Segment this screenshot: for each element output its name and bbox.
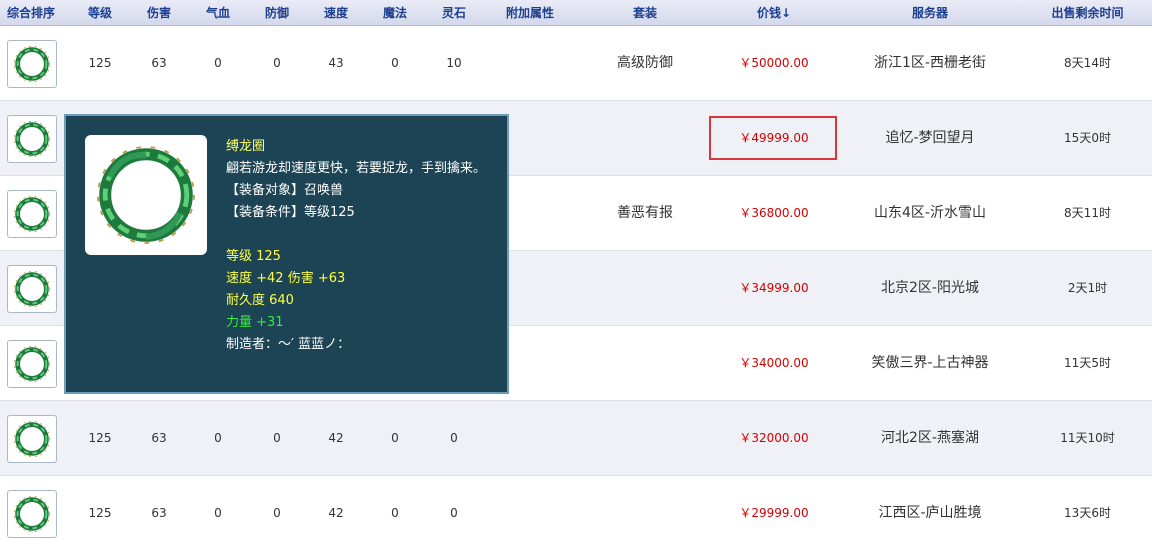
cell-price: ￥34999.00 [739, 281, 809, 295]
cell-magic: 0 [391, 431, 399, 445]
cell-speed: 43 [328, 56, 344, 70]
cell-damage: 63 [151, 431, 167, 445]
cell-set [590, 251, 700, 326]
jade-ring-icon[interactable] [7, 40, 57, 88]
item-level: 等级 125 [226, 249, 281, 264]
jade-ring-icon[interactable] [7, 340, 57, 388]
cell-time: 11天5时 [1064, 356, 1111, 370]
cell-server: 河北2区-燕塞湖 [881, 430, 979, 446]
header-spirit[interactable]: 灵石 [426, 0, 482, 26]
cell-set [590, 326, 700, 401]
header-extra: 附加属性 [505, 6, 554, 20]
cell-server: 山东4区-沂水雪山 [874, 205, 986, 221]
cell-server: 笑傲三界-上古神器 [871, 355, 989, 371]
jade-ring-icon[interactable] [7, 190, 57, 238]
header-damage[interactable]: 伤害 [131, 0, 187, 26]
item-requirement: 【装备条件】等级125 [226, 205, 355, 220]
cell-speed: 42 [328, 506, 344, 520]
cell-magic: 0 [391, 506, 399, 520]
cell-defense: 0 [273, 506, 281, 520]
cell-set: 善恶有报 [617, 205, 673, 221]
cell-hp: 0 [214, 56, 222, 70]
item-target: 【装备对象】召唤兽 [226, 183, 344, 198]
cell-price: ￥49999.00 [739, 131, 809, 145]
item-stats: 速度 +42 伤害 +63 [226, 271, 346, 286]
header-price[interactable]: 价钱↓ [714, 0, 834, 26]
item-description: 翩若游龙却速度更快，若要捉龙，手到擒来。 [226, 161, 487, 176]
cell-defense: 0 [273, 56, 281, 70]
header-set: 套装 [632, 6, 657, 20]
cell-price: ￥50000.00 [739, 56, 809, 70]
table-row[interactable]: 125 63 0 0 42 0 0 ￥29999.00 江西区-庐山胜境 13天6时 [0, 476, 1152, 547]
cell-price: ￥36800.00 [739, 206, 809, 220]
cell-spirit: 0 [450, 506, 458, 520]
header-sort[interactable]: 综合排序 [0, 0, 62, 26]
cell-hp: 0 [214, 431, 222, 445]
header-defense[interactable]: 防御 [249, 0, 305, 26]
header-level[interactable]: 等级 [72, 0, 128, 26]
item-tooltip: 缚龙圈 翩若游龙却速度更快，若要捉龙，手到擒来。 【装备对象】召唤兽 【装备条件… [64, 114, 509, 394]
table-header: 综合排序 等级 伤害 气血 防御 速度 魔法 灵石 附加属性 套装 价钱↓ 服务… [0, 0, 1152, 26]
cell-set [590, 101, 700, 176]
cell-price: ￥32000.00 [739, 431, 809, 445]
jade-ring-icon [85, 135, 207, 255]
header-time[interactable]: 出售剩余时间 [1025, 0, 1150, 26]
cell-level: 125 [88, 506, 112, 520]
cell-set [590, 401, 700, 476]
table-row[interactable]: 125 63 0 0 43 0 10 高级防御 ￥50000.00 浙江1区-西栅老街 8天14时 [0, 26, 1152, 101]
cell-extra [485, 26, 575, 101]
cell-price: ￥29999.00 [739, 506, 809, 520]
cell-time: 8天14时 [1064, 56, 1111, 70]
item-maker: 制造者：～′ 蓝蓝ノ： [226, 337, 351, 352]
cell-spirit: 0 [450, 431, 458, 445]
jade-ring-icon[interactable] [7, 415, 57, 463]
cell-extra [485, 401, 575, 476]
item-durability: 耐久度 640 [226, 293, 294, 308]
cell-magic: 0 [391, 56, 399, 70]
cell-time: 2天1时 [1067, 281, 1108, 295]
cell-set: 高级防御 [617, 55, 673, 71]
cell-server: 浙江1区-西栅老街 [874, 55, 986, 71]
cell-time: 8天11时 [1064, 206, 1111, 220]
cell-set [590, 476, 700, 547]
item-bonus: 力量 +31 [226, 315, 284, 330]
cell-server: 北京2区-阳光城 [881, 280, 979, 296]
table-row[interactable]: 125 63 0 0 42 0 0 ￥32000.00 河北2区-燕塞湖 11天10时 [0, 401, 1152, 476]
cell-hp: 0 [214, 506, 222, 520]
cell-server: 江西区-庐山胜境 [878, 505, 982, 521]
cell-speed: 42 [328, 431, 344, 445]
header-server: 服务器 [911, 6, 948, 20]
header-hp[interactable]: 气血 [190, 0, 246, 26]
cell-extra [485, 476, 575, 547]
cell-damage: 63 [151, 56, 167, 70]
cell-damage: 63 [151, 506, 167, 520]
cell-time: 15天0时 [1064, 131, 1111, 145]
cell-level: 125 [88, 431, 112, 445]
jade-ring-icon[interactable] [7, 115, 57, 163]
cell-time: 13天6时 [1064, 506, 1111, 520]
cell-time: 11天10时 [1060, 431, 1115, 445]
tooltip-text: 缚龙圈 翩若游龙却速度更快，若要捉龙，手到擒来。 【装备对象】召唤兽 【装备条件… [226, 136, 496, 356]
cell-spirit: 10 [446, 56, 462, 70]
jade-ring-icon[interactable] [7, 265, 57, 313]
cell-server: 追忆-梦回望月 [885, 130, 975, 146]
cell-defense: 0 [273, 431, 281, 445]
cell-level: 125 [88, 56, 112, 70]
jade-ring-icon[interactable] [7, 490, 57, 538]
header-magic[interactable]: 魔法 [367, 0, 423, 26]
header-speed[interactable]: 速度 [308, 0, 364, 26]
cell-price: ￥34000.00 [739, 356, 809, 370]
item-name: 缚龙圈 [226, 139, 266, 154]
